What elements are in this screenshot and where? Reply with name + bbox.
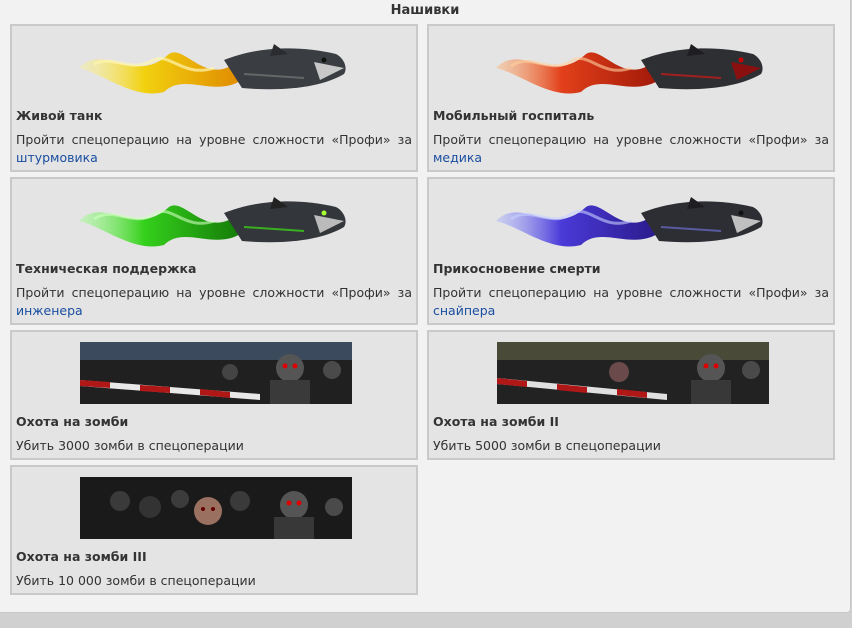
class-link-engineer[interactable]: инженера [16,303,83,318]
class-link-medic[interactable]: медика [433,150,482,165]
patch-card-zombie-hunt: Охота на зомби Убить 3000 зомби в спецоп… [10,330,418,460]
patch-description: Пройти спецоперацию на уровне сложности … [16,284,412,320]
patch-description: Пройти спецоперацию на уровне сложности … [433,131,829,167]
patch-description-text: Пройти спецоперацию на уровне сложности … [433,285,829,300]
patch-description-text: Пройти спецоперацию на уровне сложности … [433,132,829,147]
patch-description: Пройти спецоперацию на уровне сложности … [433,284,829,320]
zombie-hunt-3-icon [80,477,352,539]
shark-yellow-flame-icon [79,44,346,94]
patch-title: Охота на зомби III [16,549,147,564]
zombie-hunt-2-icon [497,342,769,404]
patch-title: Охота на зомби [16,414,129,429]
patch-card-death-touch: Прикосновение смерти Пройти спецоперацию… [427,177,835,325]
patch-card-zombie-hunt-2: Охота на зомби II Убить 5000 зомби в спе… [427,330,835,460]
zombie-hunt-icon [80,342,352,404]
patch-title: Техническая поддержка [16,261,197,276]
patch-description-text: Пройти спецоперацию на уровне сложности … [16,285,412,300]
patch-card-mobile-hospital: Мобильный госпиталь Пройти спецоперацию … [427,24,835,172]
shark-red-flame-icon [496,44,763,94]
patch-title: Прикосновение смерти [433,261,601,276]
patches-panel: Нашивки Живой танк Пройти спецоперацию н… [0,0,851,613]
class-link-sniper[interactable]: снайпера [433,303,495,318]
patch-description: Убить 3000 зомби в спецоперации [16,438,244,453]
patch-description: Убить 5000 зомби в спецоперации [433,438,661,453]
section-title: Нашивки [390,3,460,18]
class-link-assault[interactable]: штурмовика [16,150,98,165]
patch-title: Живой танк [16,108,103,123]
patch-description: Убить 10 000 зомби в спецоперации [16,573,256,588]
shark-blue-flame-icon [496,197,763,247]
patch-card-tech-support: Техническая поддержка Пройти спецопераци… [10,177,418,325]
patch-description-text: Пройти спецоперацию на уровне сложности … [16,132,412,147]
patch-title: Охота на зомби II [433,414,559,429]
patch-card-live-tank: Живой танк Пройти спецоперацию на уровне… [10,24,418,172]
patch-description: Пройти спецоперацию на уровне сложности … [16,131,412,167]
shark-green-flame-icon [79,197,346,247]
patch-title: Мобильный госпиталь [433,108,595,123]
patch-card-zombie-hunt-3: Охота на зомби III Убить 10 000 зомби в … [10,465,418,595]
